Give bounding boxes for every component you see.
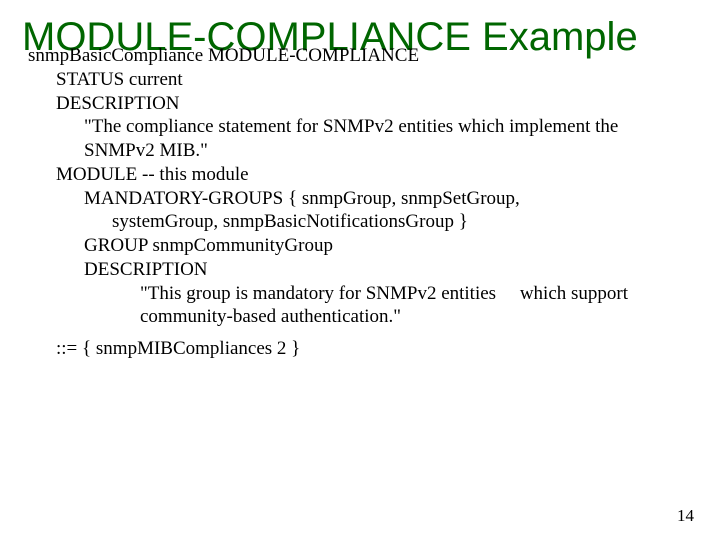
code-line: MANDATORY-GROUPS { snmpGroup, snmpSetGro… <box>22 187 698 211</box>
code-line: SNMPv2 MIB." <box>22 139 698 163</box>
code-line: MODULE -- this module <box>22 163 698 187</box>
code-line: DESCRIPTION <box>22 92 698 116</box>
code-line: "This group is mandatory for SNMPv2 enti… <box>22 282 698 306</box>
blank-line <box>22 329 698 337</box>
code-line: DESCRIPTION <box>22 258 698 282</box>
code-line: "The compliance statement for SNMPv2 ent… <box>22 115 698 139</box>
code-line: ::= { snmpMIBCompliances 2 } <box>22 337 698 361</box>
slide-body: snmpBasicCompliance MODULE-COMPLIANCE ST… <box>22 44 698 361</box>
page-number: 14 <box>677 506 694 526</box>
code-line: community-based authentication." <box>22 305 698 329</box>
slide: MODULE-COMPLIANCE Example snmpBasicCompl… <box>0 0 720 540</box>
code-line: GROUP snmpCommunityGroup <box>22 234 698 258</box>
code-line: STATUS current <box>22 68 698 92</box>
code-line: systemGroup, snmpBasicNotificationsGroup… <box>22 210 698 234</box>
